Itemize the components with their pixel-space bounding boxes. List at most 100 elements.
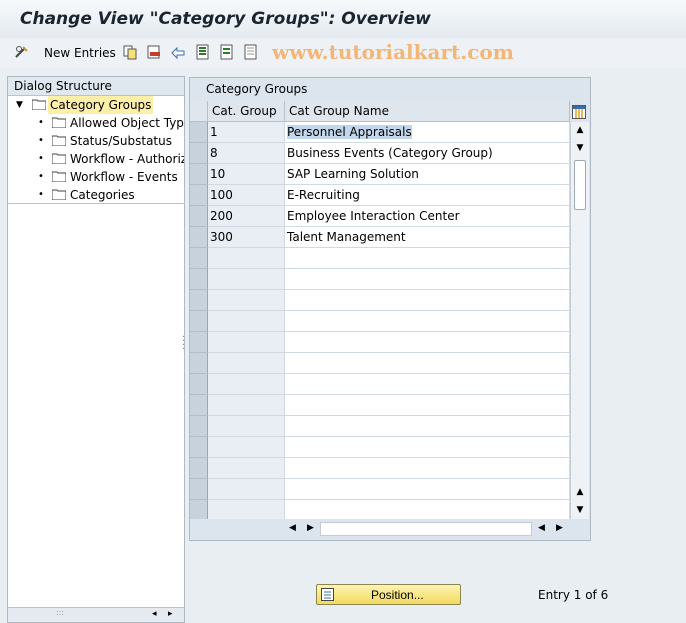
tree-node-status-substatus[interactable]: • Status/Substatus: [8, 132, 184, 150]
new-entries-button[interactable]: New Entries: [44, 46, 116, 60]
row-selector[interactable]: [190, 332, 208, 353]
tree-node-workflow-authorize[interactable]: • Workflow - Authorize: [8, 150, 184, 168]
cell-cat-group-name: [285, 395, 570, 416]
cell-cat-group-name[interactable]: E-Recruiting: [285, 185, 570, 206]
cell-cat-group-name[interactable]: Talent Management: [285, 227, 570, 248]
cell-cat-group-name[interactable]: Business Events (Category Group): [285, 143, 570, 164]
horizontal-scrollbar[interactable]: ◀ ▶ ◀ ▶: [190, 519, 588, 538]
tree-label[interactable]: Categories: [68, 186, 137, 204]
scroll-up-icon[interactable]: ▲: [574, 124, 586, 136]
position-button[interactable]: Position...: [316, 584, 461, 605]
cell-cat-group: 1: [208, 122, 285, 143]
select-block-icon[interactable]: [219, 44, 235, 60]
table-settings-icon[interactable]: [572, 105, 586, 119]
row-selector[interactable]: [190, 227, 208, 248]
cell-cat-group: [208, 479, 285, 500]
row-selector[interactable]: [190, 206, 208, 227]
scroll-right-icon[interactable]: ▶: [556, 523, 563, 533]
cell-cat-group-name[interactable]: Personnel Appraisals: [285, 122, 570, 143]
folder-icon: [52, 189, 66, 200]
scroll-left-icon[interactable]: ◂: [152, 609, 157, 619]
scroll-track[interactable]: [320, 522, 532, 536]
cell-cat-group: [208, 437, 285, 458]
tree-label[interactable]: Workflow - Events: [68, 168, 180, 186]
cell-text: Employee Interaction Center: [287, 209, 460, 223]
row-selector[interactable]: [190, 353, 208, 374]
cell-cat-group: [208, 500, 285, 521]
cell-cat-group-name[interactable]: SAP Learning Solution: [285, 164, 570, 185]
tree-node-workflow-events[interactable]: • Workflow - Events: [8, 168, 184, 186]
row-selector[interactable]: [190, 290, 208, 311]
row-selector[interactable]: [190, 416, 208, 437]
cell-cat-group-name[interactable]: Employee Interaction Center: [285, 206, 570, 227]
cell-cat-group-name: [285, 290, 570, 311]
tree-label[interactable]: Workflow - Authorize: [68, 150, 184, 168]
cell-cat-group-name: [285, 458, 570, 479]
vertical-scrollbar[interactable]: ▲ ▼ ▲ ▼: [570, 122, 589, 519]
row-selector[interactable]: [190, 395, 208, 416]
folder-icon: [52, 153, 66, 164]
cell-cat-group: [208, 311, 285, 332]
expand-arrow-icon[interactable]: ▼: [16, 96, 23, 114]
row-selector[interactable]: [190, 269, 208, 290]
row-selector[interactable]: [190, 311, 208, 332]
position-button-label: Position...: [371, 588, 424, 602]
row-selector[interactable]: [190, 458, 208, 479]
scroll-down-icon[interactable]: ▼: [574, 142, 586, 154]
row-selector[interactable]: [190, 122, 208, 143]
cell-cat-group-name: [285, 269, 570, 290]
row-selector[interactable]: [190, 185, 208, 206]
cell-cat-group: 8: [208, 143, 285, 164]
splitter-handle[interactable]: · · · ·: [182, 333, 185, 355]
cell-cat-group: 200: [208, 206, 285, 227]
column-header-cat-group[interactable]: Cat. Group: [208, 101, 285, 122]
cell-cat-group: [208, 353, 285, 374]
cell-cat-group: [208, 332, 285, 353]
tree-label[interactable]: Allowed Object Type: [68, 114, 184, 132]
tree-label-category-groups[interactable]: Category Groups: [48, 96, 154, 114]
dialog-structure-heading: Dialog Structure: [8, 77, 184, 96]
row-selector[interactable]: [190, 248, 208, 269]
scroll-left-icon[interactable]: ◀: [289, 523, 296, 533]
page-title: Change View "Category Groups": Overview: [20, 9, 431, 29]
title-bar: Change View "Category Groups": Overview: [0, 0, 686, 39]
select-all-rows-header[interactable]: [190, 101, 208, 122]
bullet-icon: •: [38, 189, 44, 200]
scroll-up-icon[interactable]: ▲: [574, 486, 586, 498]
row-selector[interactable]: [190, 479, 208, 500]
cell-cat-group-name: [285, 416, 570, 437]
cell-cat-group-name: [285, 353, 570, 374]
tree-node-category-groups[interactable]: ▼ Category Groups: [8, 96, 184, 114]
cell-cat-group-name: [285, 332, 570, 353]
edit-glasses-icon[interactable]: [14, 44, 30, 60]
undo-icon[interactable]: [170, 44, 186, 60]
table-control: Category Groups Cat. Group Cat Group Nam…: [189, 77, 591, 541]
cell-cat-group: 300: [208, 227, 285, 248]
scroll-down-icon[interactable]: ▼: [574, 504, 586, 516]
row-selector[interactable]: [190, 143, 208, 164]
cell-cat-group: [208, 458, 285, 479]
row-selector[interactable]: [190, 437, 208, 458]
copy-icon[interactable]: [122, 44, 138, 60]
row-selector[interactable]: [190, 164, 208, 185]
column-header-cat-group-name[interactable]: Cat Group Name: [285, 101, 570, 122]
grip-icon[interactable]: :::: [56, 608, 64, 617]
cell-cat-group-name: [285, 248, 570, 269]
delete-icon[interactable]: [146, 44, 162, 60]
folder-icon: [52, 117, 66, 128]
row-selector[interactable]: [190, 500, 208, 521]
select-all-icon[interactable]: [195, 44, 211, 60]
row-selector[interactable]: [190, 374, 208, 395]
scroll-right-icon[interactable]: ▶: [307, 523, 314, 533]
tree-label[interactable]: Status/Substatus: [68, 132, 174, 150]
scroll-thumb[interactable]: [574, 160, 586, 210]
scroll-left-icon[interactable]: ◀: [538, 523, 545, 533]
divider: [8, 203, 184, 204]
tree-node-allowed-object-type[interactable]: • Allowed Object Type: [8, 114, 184, 132]
cell-cat-group: 10: [208, 164, 285, 185]
tree-node-categories[interactable]: • Categories: [8, 186, 184, 204]
scroll-right-icon[interactable]: ▸: [168, 609, 173, 619]
bullet-icon: •: [38, 171, 44, 182]
deselect-all-icon[interactable]: [243, 44, 259, 60]
bullet-icon: •: [38, 153, 44, 164]
